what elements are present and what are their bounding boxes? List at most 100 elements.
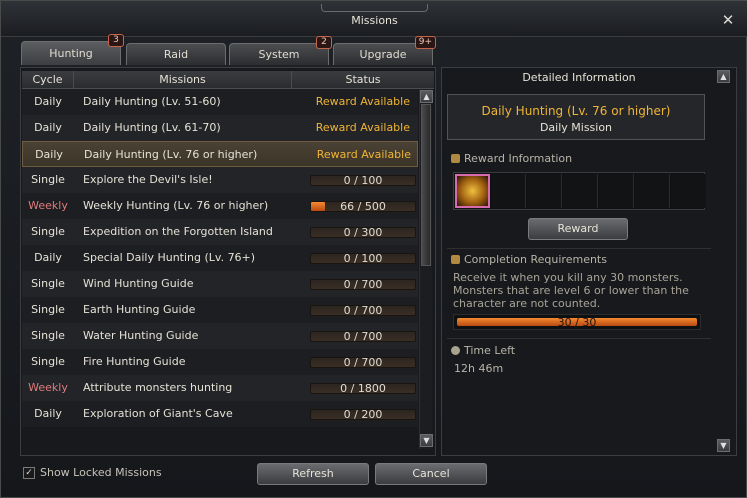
reward-available-text: Reward Available bbox=[316, 148, 411, 161]
missions-window: Missions ✕ Hunting 3 Raid System 2 Upgra… bbox=[0, 0, 747, 498]
completion-progress-text: 30 / 30 bbox=[557, 316, 597, 329]
tab-label: Upgrade bbox=[359, 48, 407, 61]
mission-name-cell: Special Daily Hunting (Lv. 76+) bbox=[83, 251, 256, 264]
table-row[interactable]: Weekly Weekly Hunting (Lv. 76 or higher) 6… bbox=[22, 193, 418, 219]
cycle-cell: Single bbox=[31, 303, 65, 316]
completion-section-label: Completion Requirements bbox=[451, 253, 607, 266]
mission-name-cell: Weekly Hunting (Lv. 76 or higher) bbox=[83, 199, 269, 212]
mission-progress-bar: 0 / 200 bbox=[310, 408, 416, 421]
tab-label: Hunting bbox=[49, 47, 93, 60]
reward-bag-icon bbox=[451, 154, 460, 163]
reward-section-text: Reward Information bbox=[464, 152, 573, 165]
scroll-thumb[interactable] bbox=[421, 104, 431, 266]
completion-section-text: Completion Requirements bbox=[464, 253, 607, 266]
mission-name-cell: Water Hunting Guide bbox=[83, 329, 199, 342]
empty-slot bbox=[491, 174, 526, 208]
mission-name-cell: Earth Hunting Guide bbox=[83, 303, 196, 316]
mission-name-cell: Fire Hunting Guide bbox=[83, 355, 186, 368]
scroll-down-icon[interactable]: ▼ bbox=[420, 434, 433, 447]
cycle-cell: Daily bbox=[34, 251, 62, 264]
detail-scroll-down-icon[interactable]: ▼ bbox=[717, 439, 730, 452]
cycle-cell: Daily bbox=[34, 95, 62, 108]
scroll-up-icon[interactable]: ▲ bbox=[420, 90, 433, 103]
tab-badge: 2 bbox=[316, 36, 332, 49]
title-ornament bbox=[321, 4, 428, 12]
mission-progress-text: 66 / 500 bbox=[340, 200, 386, 213]
divider bbox=[447, 338, 711, 339]
tab-upgrade[interactable]: Upgrade 9+ bbox=[333, 36, 436, 65]
reward-slots bbox=[453, 172, 706, 210]
mission-list-scrollbar[interactable]: ▲ ▼ bbox=[419, 89, 433, 449]
empty-slot bbox=[527, 174, 562, 208]
selected-mission-title: Daily Hunting (Lv. 76 or higher) bbox=[481, 104, 671, 118]
mission-progress-text: 0 / 300 bbox=[343, 226, 383, 239]
title-bar[interactable]: Missions ✕ bbox=[1, 1, 747, 37]
reward-available-text: Reward Available bbox=[315, 121, 410, 134]
column-header-cycle[interactable]: Cycle bbox=[22, 71, 74, 89]
mission-name-cell: Daily Hunting (Lv. 61-70) bbox=[83, 121, 221, 134]
table-row[interactable]: Single Earth Hunting Guide 0 / 700 bbox=[22, 297, 418, 323]
table-row[interactable]: Daily Special Daily Hunting (Lv. 76+) 0 / … bbox=[22, 245, 418, 271]
status-cell: 0 / 700 bbox=[308, 271, 416, 297]
table-row[interactable]: Daily Exploration of Giant's Cave 0 / 200 bbox=[22, 401, 418, 427]
mission-name-cell: Expedition on the Forgotten Island bbox=[83, 225, 273, 238]
mission-name-cell: Wind Hunting Guide bbox=[83, 277, 194, 290]
detail-scrollbar[interactable]: ▲ ▼ bbox=[717, 69, 730, 454]
status-cell: Reward Available bbox=[308, 89, 416, 115]
tab-system[interactable]: System 2 bbox=[229, 36, 332, 65]
mission-progress-text: 0 / 200 bbox=[343, 408, 383, 421]
status-cell: 66 / 500 bbox=[308, 193, 416, 219]
close-icon[interactable]: ✕ bbox=[720, 12, 736, 28]
tab-hunting[interactable]: Hunting 3 bbox=[21, 34, 124, 65]
table-row[interactable]: Single Expedition on the Forgotten Island… bbox=[22, 219, 418, 245]
completion-progress-bar: 30 / 30 bbox=[453, 314, 701, 330]
reward-button[interactable]: Reward bbox=[528, 218, 628, 240]
empty-slot bbox=[635, 174, 670, 208]
mission-progress-bar: 0 / 100 bbox=[310, 252, 416, 265]
cycle-cell: Daily bbox=[34, 121, 62, 134]
mission-name-cell: Attribute monsters hunting bbox=[83, 381, 233, 394]
tab-raid[interactable]: Raid bbox=[126, 43, 226, 65]
mission-progress-text: 0 / 100 bbox=[343, 252, 383, 265]
cycle-cell: Weekly bbox=[28, 199, 68, 212]
table-row[interactable]: Daily Daily Hunting (Lv. 76 or higher) Rew… bbox=[22, 141, 418, 167]
table-row[interactable]: Daily Daily Hunting (Lv. 51-60) Reward Ava… bbox=[22, 89, 418, 115]
column-header-missions[interactable]: Missions bbox=[74, 71, 292, 89]
show-locked-label[interactable]: Show Locked Missions bbox=[40, 466, 162, 479]
selected-mission-type: Daily Mission bbox=[539, 121, 613, 134]
refresh-button[interactable]: Refresh bbox=[257, 463, 369, 485]
empty-slot bbox=[671, 174, 706, 208]
cancel-button[interactable]: Cancel bbox=[375, 463, 487, 485]
show-locked-checkbox[interactable]: ✓ bbox=[23, 467, 35, 479]
cycle-cell: Single bbox=[31, 355, 65, 368]
selected-mission-box: Daily Hunting (Lv. 76 or higher) Daily M… bbox=[447, 94, 705, 140]
table-row[interactable]: Single Fire Hunting Guide 0 / 700 bbox=[22, 349, 418, 375]
detail-scroll-up-icon[interactable]: ▲ bbox=[717, 70, 730, 83]
status-cell: Reward Available bbox=[309, 142, 417, 168]
completion-requirements-text: Receive it when you kill any 30 monsters… bbox=[453, 271, 689, 310]
tab-badge: 3 bbox=[108, 34, 124, 47]
tab-badge: 9+ bbox=[414, 36, 436, 49]
status-cell: 0 / 700 bbox=[308, 349, 416, 375]
table-row[interactable]: Single Water Hunting Guide 0 / 700 bbox=[22, 323, 418, 349]
table-row[interactable]: Single Wind Hunting Guide 0 / 700 bbox=[22, 271, 418, 297]
mission-progress-text: 0 / 700 bbox=[343, 304, 383, 317]
reward-item-slot[interactable] bbox=[455, 174, 490, 208]
status-cell: 0 / 700 bbox=[308, 323, 416, 349]
detail-header: Detailed Information bbox=[522, 71, 636, 84]
cycle-cell: Single bbox=[31, 329, 65, 342]
cycle-cell: Weekly bbox=[28, 381, 68, 394]
mission-progress-text: 0 / 700 bbox=[343, 278, 383, 291]
table-row[interactable]: Weekly Attribute monsters hunting 0 / 1800 bbox=[22, 375, 418, 401]
table-row[interactable]: Daily Daily Hunting (Lv. 61-70) Reward Ava… bbox=[22, 115, 418, 141]
mission-progress-bar: 0 / 700 bbox=[310, 278, 416, 291]
time-left-text: Time Left bbox=[464, 344, 516, 357]
mission-progress-text: 0 / 100 bbox=[343, 174, 383, 187]
mission-name-cell: Daily Hunting (Lv. 51-60) bbox=[83, 95, 221, 108]
status-cell: 0 / 1800 bbox=[308, 375, 416, 401]
mission-progress-bar: 0 / 100 bbox=[310, 174, 416, 187]
column-header-status[interactable]: Status bbox=[292, 71, 434, 89]
mission-progress-text: 0 / 700 bbox=[343, 330, 383, 343]
mission-progress-text: 0 / 700 bbox=[343, 356, 383, 369]
table-row[interactable]: Single Explore the Devil's Isle! 0 / 100 bbox=[22, 167, 418, 193]
